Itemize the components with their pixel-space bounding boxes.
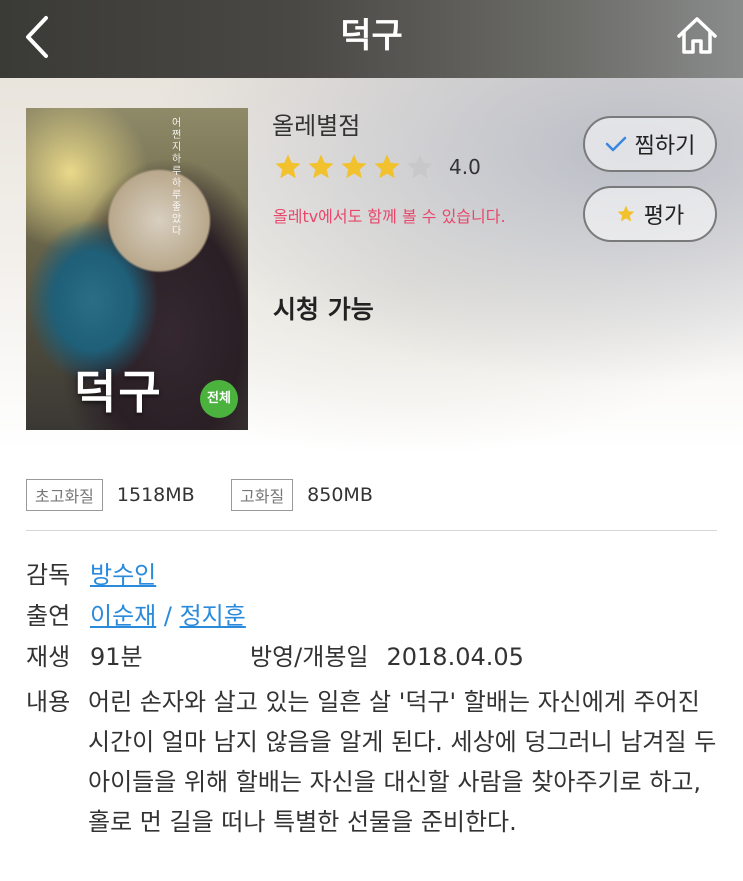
quality-uhd: 초고화질 1518MB: [26, 479, 195, 511]
star-filled-icon: [341, 154, 367, 179]
poster-tagline: 어쩐지 하루하루 좋았다: [172, 118, 182, 237]
age-rating-badge: 전체: [200, 380, 238, 418]
star-empty-icon: [407, 154, 433, 179]
rating-label: 올레별점: [272, 112, 361, 140]
director-label: 감독: [26, 561, 71, 589]
quality-size: 850MB: [307, 484, 373, 506]
check-icon: [605, 136, 626, 152]
cast-link-1[interactable]: 이순재: [90, 602, 156, 630]
page-title: 덕구: [340, 16, 403, 56]
rate-label: 평가: [643, 204, 685, 229]
cast-row: 출연 이순재 / 정지훈: [26, 599, 246, 633]
release-label: 방영/개봉일: [250, 643, 369, 671]
home-icon: [677, 17, 717, 54]
olleh-tv-note: 올레tv에서도 함께 볼 수 있습니다.: [273, 207, 506, 226]
director-link[interactable]: 방수인: [90, 561, 156, 589]
wish-label: 찜하기: [634, 134, 696, 159]
runtime-value: 91분: [90, 643, 143, 671]
runtime-label: 재생: [26, 643, 71, 671]
cast-link-2[interactable]: 정지훈: [180, 602, 246, 630]
rate-button[interactable]: 평가: [583, 186, 717, 242]
home-button[interactable]: [673, 12, 721, 60]
wish-button[interactable]: 찜하기: [583, 116, 717, 172]
star-filled-icon: [308, 154, 334, 179]
availability-label: 시청 가능: [273, 295, 374, 324]
cast-separator: /: [156, 602, 180, 630]
cast-label: 출연: [26, 602, 71, 630]
star-rating: [273, 152, 435, 182]
star-filled-icon: [275, 154, 301, 179]
quality-tag: 고화질: [231, 479, 294, 511]
star-icon: [617, 205, 635, 222]
synopsis-text: 어린 손자와 살고 있는 일흔 살 '덕구' 할배는 자신에게 주어진 시간이 …: [88, 688, 717, 836]
top-bar: 덕구: [0, 0, 743, 78]
divider: [26, 530, 717, 531]
star-filled-icon: [374, 154, 400, 179]
runtime-row: 재생 91분 방영/개봉일 2018.04.05: [26, 640, 524, 674]
rating-value: 4.0: [449, 155, 481, 179]
movie-poster: 어쩐지 하루하루 좋았다 덕구 전체: [26, 108, 248, 430]
quality-hd: 고화질 850MB: [231, 479, 373, 511]
director-row: 감독 방수인: [26, 558, 156, 592]
quality-size: 1518MB: [116, 484, 195, 506]
synopsis-label: 내용: [26, 688, 71, 716]
release-date: 2018.04.05: [386, 643, 524, 671]
quality-tag: 초고화질: [26, 479, 103, 511]
poster-title: 덕구: [74, 365, 163, 419]
